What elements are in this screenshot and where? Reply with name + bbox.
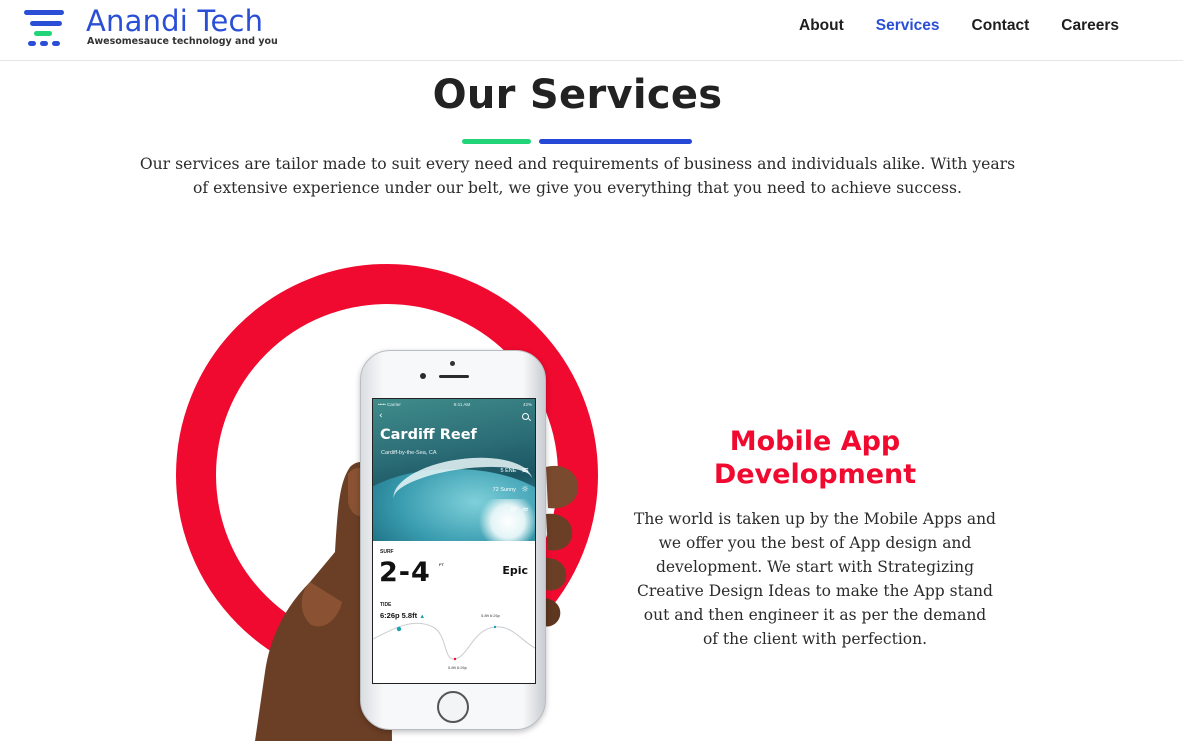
surf-unit: FT [439, 562, 444, 567]
page-title: Our Services [432, 72, 723, 118]
status-carrier: ••••• Carrier [378, 402, 401, 407]
service-title: Mobile App Development [713, 426, 917, 490]
nav-services[interactable]: Services [876, 17, 940, 35]
intro-text: Our services are tailor made to suit eve… [139, 155, 1016, 197]
tide-label: TIDE [380, 602, 392, 608]
nav-about[interactable]: About [799, 17, 844, 35]
brand-name: Anandi Tech [86, 4, 264, 38]
tide-high-label: 5.8ft 6:26p [481, 613, 500, 618]
sun-icon: ☼ [520, 485, 529, 495]
wind-icon: ≋ [521, 466, 529, 476]
home-button [437, 691, 469, 723]
site-header: Anandi Tech Awesomesauce technology and … [0, 0, 1183, 61]
front-sensor [450, 361, 455, 366]
nav-careers[interactable]: Careers [1061, 17, 1119, 35]
tide-curve [373, 622, 535, 661]
back-chevron-icon: ‹ [379, 411, 383, 421]
tide-high-dot [493, 625, 497, 629]
brand-tagline: Awesomesauce technology and you [87, 36, 278, 47]
wind-value: 5 ENE [500, 468, 517, 474]
title-underline-blue [539, 139, 692, 144]
surf-height: 2-4 [379, 557, 431, 588]
status-time: 9:41 AM [453, 402, 471, 407]
service-description: The world is taken up by the Mobile Apps… [634, 510, 996, 648]
wind-row: 5 ENE ≋ [501, 466, 529, 476]
status-battery: 42% [522, 402, 532, 407]
logo-lines-icon [24, 10, 64, 46]
location-subtitle: Cardiff-by-the-Sea, CA [381, 450, 437, 456]
title-underline-green [462, 139, 531, 144]
surf-photo: ••••• Carrier 9:41 AM 42% ‹ Cardiff Reef… [373, 399, 535, 541]
water-value: 68 [510, 507, 517, 513]
surf-rating: Epic [502, 564, 528, 577]
weather-value: 72 Sunny [492, 487, 516, 493]
tide-low-dot [453, 657, 457, 661]
phone-screen: ••••• Carrier 9:41 AM 42% ‹ Cardiff Reef… [372, 398, 536, 684]
tide-current-dot [396, 626, 402, 632]
mobile-app-illustration: ••••• Carrier 9:41 AM 42% ‹ Cardiff Reef… [160, 252, 620, 741]
earpiece [439, 375, 469, 378]
front-camera [420, 373, 426, 379]
smartphone: ••••• Carrier 9:41 AM 42% ‹ Cardiff Reef… [360, 350, 546, 730]
search-icon [522, 413, 529, 420]
waves-icon: ≈ [521, 505, 529, 515]
water-row: 68 ≈ [510, 505, 529, 515]
weather-row: 72 Sunny ☼ [493, 485, 529, 495]
status-bar: ••••• Carrier 9:41 AM 42% [378, 402, 532, 407]
nav-contact[interactable]: Contact [972, 17, 1030, 35]
surf-label: SURF [380, 549, 394, 555]
location-title: Cardiff Reef [380, 427, 477, 443]
tide-low-label: 5.8ft 6:26p [448, 665, 467, 670]
main-nav: About Services Contact Careers [799, 17, 1119, 35]
